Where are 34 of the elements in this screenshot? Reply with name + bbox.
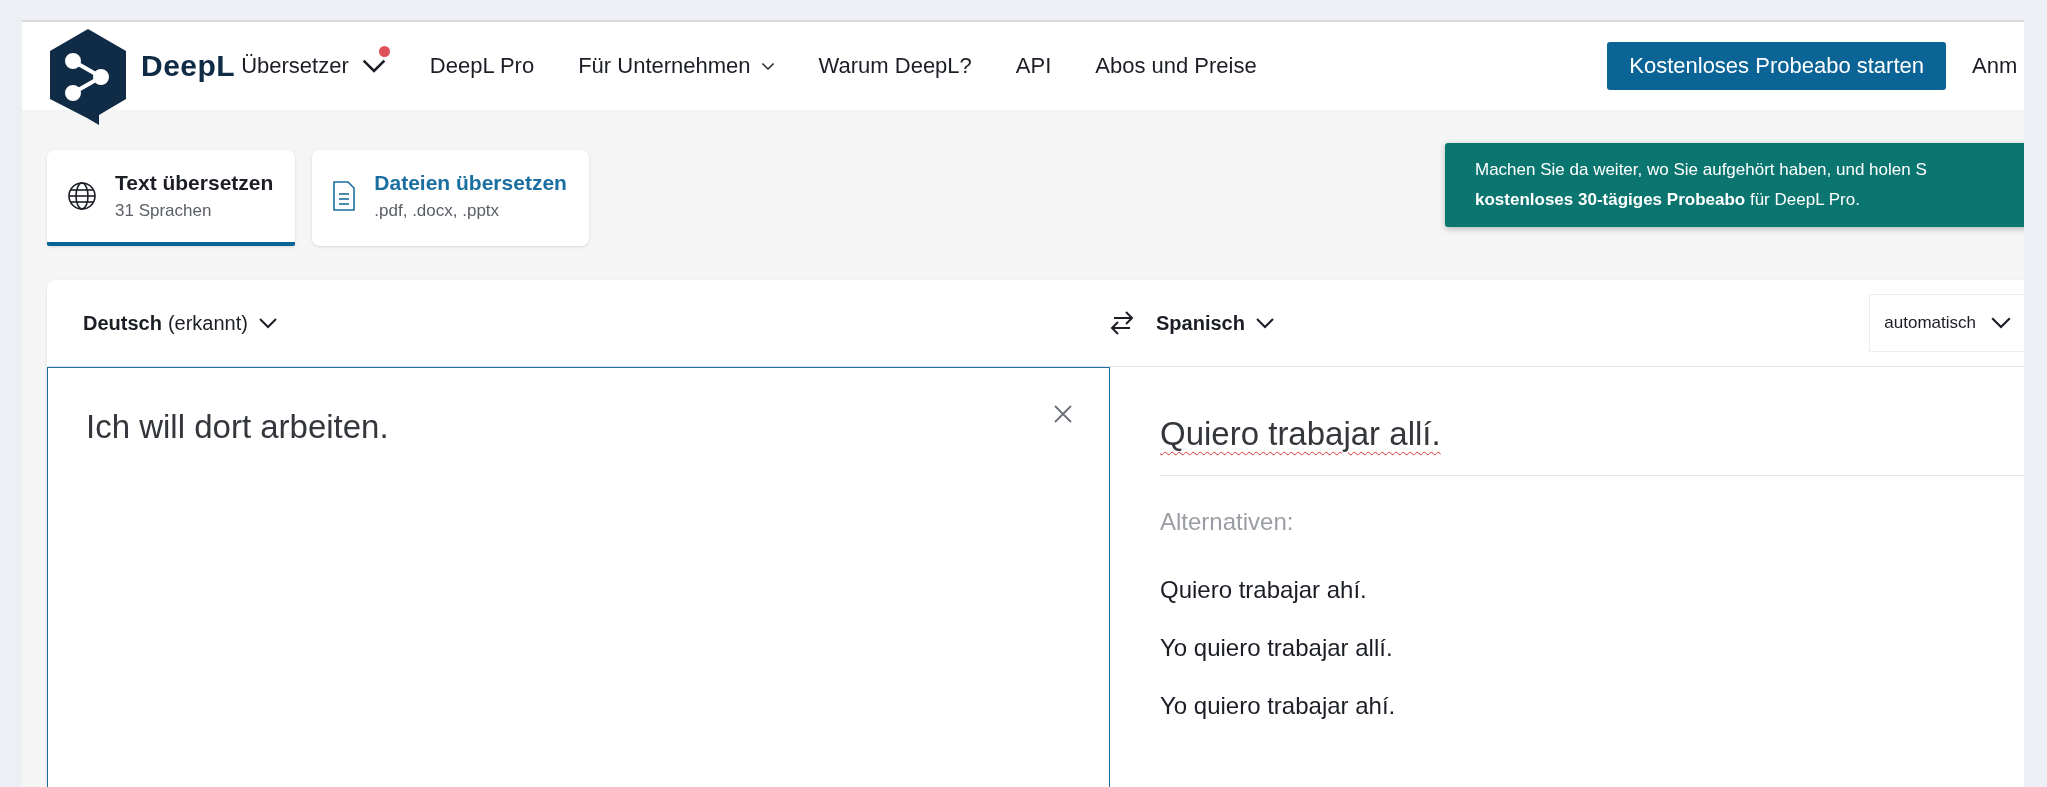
nav-link[interactable]: Für Unternehmen	[578, 53, 775, 79]
brand-name: DeepL	[141, 49, 236, 83]
nav-link[interactable]: Warum DeepL?	[818, 53, 972, 79]
chevron-down-icon	[360, 58, 387, 74]
alternative-translation[interactable]: Yo quiero trabajar ahí.	[1160, 692, 1396, 720]
swap-languages-button[interactable]	[1108, 310, 1136, 336]
document-icon	[332, 180, 357, 212]
globe-icon	[67, 181, 97, 211]
banner-text: Machen Sie da weiter, wo Sie aufgehört haben, und holen S	[1475, 160, 1928, 180]
close-icon	[1053, 404, 1073, 424]
chevron-down-icon	[760, 61, 775, 71]
product-menu[interactable]: Übersetzer	[235, 53, 387, 79]
login-link[interactable]: Anm	[1972, 53, 2024, 79]
chevron-down-icon	[1254, 317, 1275, 329]
trial-button[interactable]: Kostenloses Probeabo starten	[1607, 42, 1946, 90]
mode-tab[interactable]: Dateien übersetzen .pdf, .docx, .pptx	[312, 150, 589, 246]
chevron-down-icon	[1990, 316, 2012, 330]
nav-link[interactable]: DeepL Pro	[429, 53, 535, 79]
target-language-select[interactable]: Spanisch	[1150, 310, 1281, 336]
nav-link[interactable]: Abos und Preise	[1095, 53, 1257, 79]
clear-button[interactable]	[1053, 404, 1073, 424]
formality-dropdown[interactable]: automatisch	[1869, 294, 2024, 352]
source-language-select[interactable]: Deutsch (erkannt)	[77, 310, 1108, 336]
swap-icon	[1108, 310, 1136, 336]
banner-text: kostenloses 30-tägiges Probeabo für DeepL Pro.	[1475, 190, 1861, 210]
nav-link[interactable]: API	[1015, 53, 1052, 79]
mode-tab[interactable]: Text übersetzen 31 Sprachen	[47, 150, 296, 246]
translation-text: Quiero trabajar allí.	[1160, 415, 1441, 453]
alternative-translation[interactable]: Yo quiero trabajar allí.	[1160, 634, 1393, 662]
alternatives-label: Alternativen:	[1160, 508, 1294, 536]
source-text: Ich will dort arbeiten.	[86, 408, 389, 445]
chevron-down-icon	[257, 317, 278, 329]
source-text-area[interactable]: Ich will dort arbeiten.	[47, 367, 1110, 787]
alternative-translation[interactable]: Quiero trabajar ahí.	[1160, 576, 1367, 604]
